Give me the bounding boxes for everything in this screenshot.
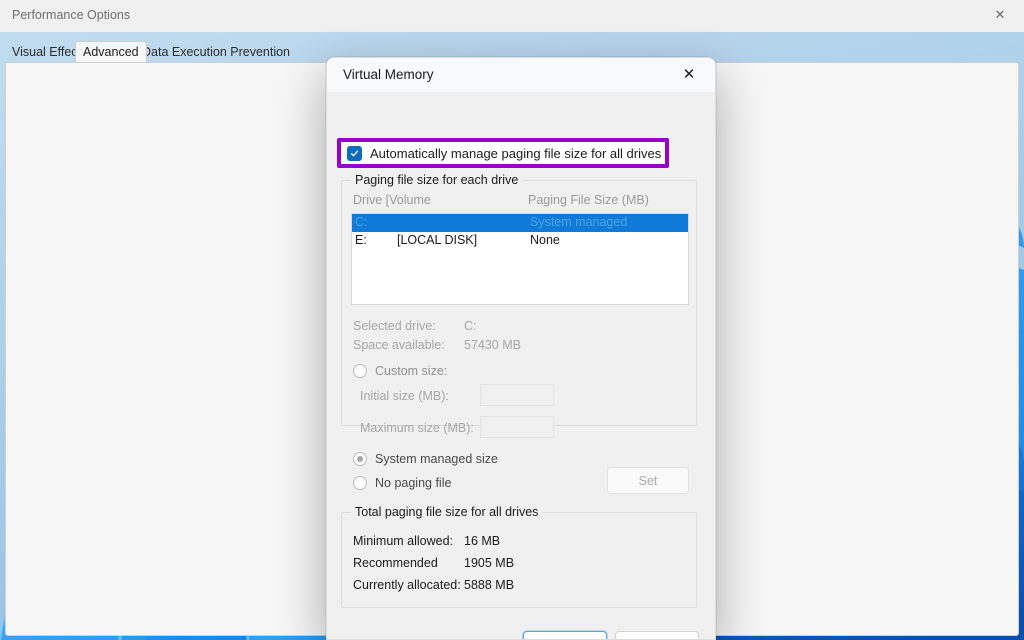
close-icon[interactable]: ✕ <box>667 58 711 90</box>
checkbox-checked-icon[interactable] <box>347 145 362 161</box>
selected-drive-value: C: <box>464 319 477 333</box>
maximum-size-label: Maximum size (MB): <box>360 421 474 435</box>
paging-file-each-drive-group: Paging file size for each drive Drive [V… <box>341 173 697 494</box>
cell-drive: C: <box>355 215 368 229</box>
radio-custom-size[interactable]: Custom size: <box>353 363 447 379</box>
radio-custom-size-label: Custom size: <box>375 364 448 378</box>
radio-system-managed-size-label: System managed size <box>375 452 498 466</box>
ok-button[interactable]: OK <box>523 631 607 639</box>
radio-selected-icon[interactable] <box>353 452 367 466</box>
column-header-drive-volume: Drive [Volume <box>353 193 431 207</box>
column-header-paging-file-size: Paging File Size (MB) <box>528 193 649 207</box>
cell-volume: [LOCAL DISK] <box>397 233 478 247</box>
radio-no-paging-file[interactable]: No paging file <box>353 475 451 491</box>
radio-no-paging-file-label: No paging file <box>375 476 452 490</box>
cell-drive: E: <box>355 233 367 247</box>
currently-allocated-label: Currently allocated: <box>353 578 461 592</box>
radio-icon[interactable] <box>353 476 367 490</box>
screen: Syst ✕ Co ✕ Performance Options ✕ Visual… <box>0 0 1024 640</box>
initial-size-input[interactable] <box>480 384 554 406</box>
virtual-memory-body: Automatically manage paging file size fo… <box>327 92 715 639</box>
table-row[interactable]: C: System managed <box>352 214 688 232</box>
virtual-memory-dialog[interactable]: Virtual Memory ✕ Automatically manage pa… <box>326 57 716 640</box>
tab-data-execution-prevention[interactable]: Data Execution Prevention <box>135 43 297 62</box>
virtual-memory-titlebar[interactable]: Virtual Memory ✕ <box>327 58 715 92</box>
cell-paging-size: System managed <box>530 215 628 229</box>
currently-allocated-value: 5888 MB <box>464 578 515 592</box>
tab-advanced[interactable]: Advanced <box>75 41 147 62</box>
space-available-value: 57430 MB <box>464 338 521 352</box>
table-row[interactable]: E: [LOCAL DISK] None <box>352 232 688 250</box>
drive-list[interactable]: C: System managed E: [LOCAL DISK] None <box>351 213 689 305</box>
group-legend: Paging file size for each drive <box>351 173 523 187</box>
cancel-button[interactable]: Cancel <box>615 631 699 639</box>
performance-options-title: Performance Options <box>12 8 131 22</box>
set-button[interactable]: Set <box>607 467 689 494</box>
recommended-value: 1905 MB <box>464 556 515 570</box>
selected-drive-label: Selected drive: <box>353 319 436 333</box>
performance-options-titlebar[interactable]: Performance Options ✕ <box>0 0 1024 32</box>
minimum-allowed-value: 16 MB <box>464 534 501 548</box>
radio-system-managed-size[interactable]: System managed size <box>353 451 498 467</box>
total-paging-file-group: Total paging file size for all drives Mi… <box>341 505 697 608</box>
space-available-label: Space available: <box>353 338 445 352</box>
virtual-memory-title: Virtual Memory <box>343 67 434 82</box>
radio-icon[interactable] <box>353 364 367 378</box>
auto-manage-paging-checkbox-row[interactable]: Automatically manage paging file size fo… <box>347 144 661 162</box>
minimum-allowed-label: Minimum allowed: <box>353 534 454 548</box>
cell-paging-size: None <box>530 233 560 247</box>
maximum-size-input[interactable] <box>480 416 554 438</box>
check-icon <box>350 150 359 156</box>
auto-manage-paging-label: Automatically manage paging file size fo… <box>370 145 662 161</box>
group-legend: Total paging file size for all drives <box>351 505 543 519</box>
recommended-label: Recommended <box>353 556 438 570</box>
initial-size-label: Initial size (MB): <box>360 389 449 403</box>
